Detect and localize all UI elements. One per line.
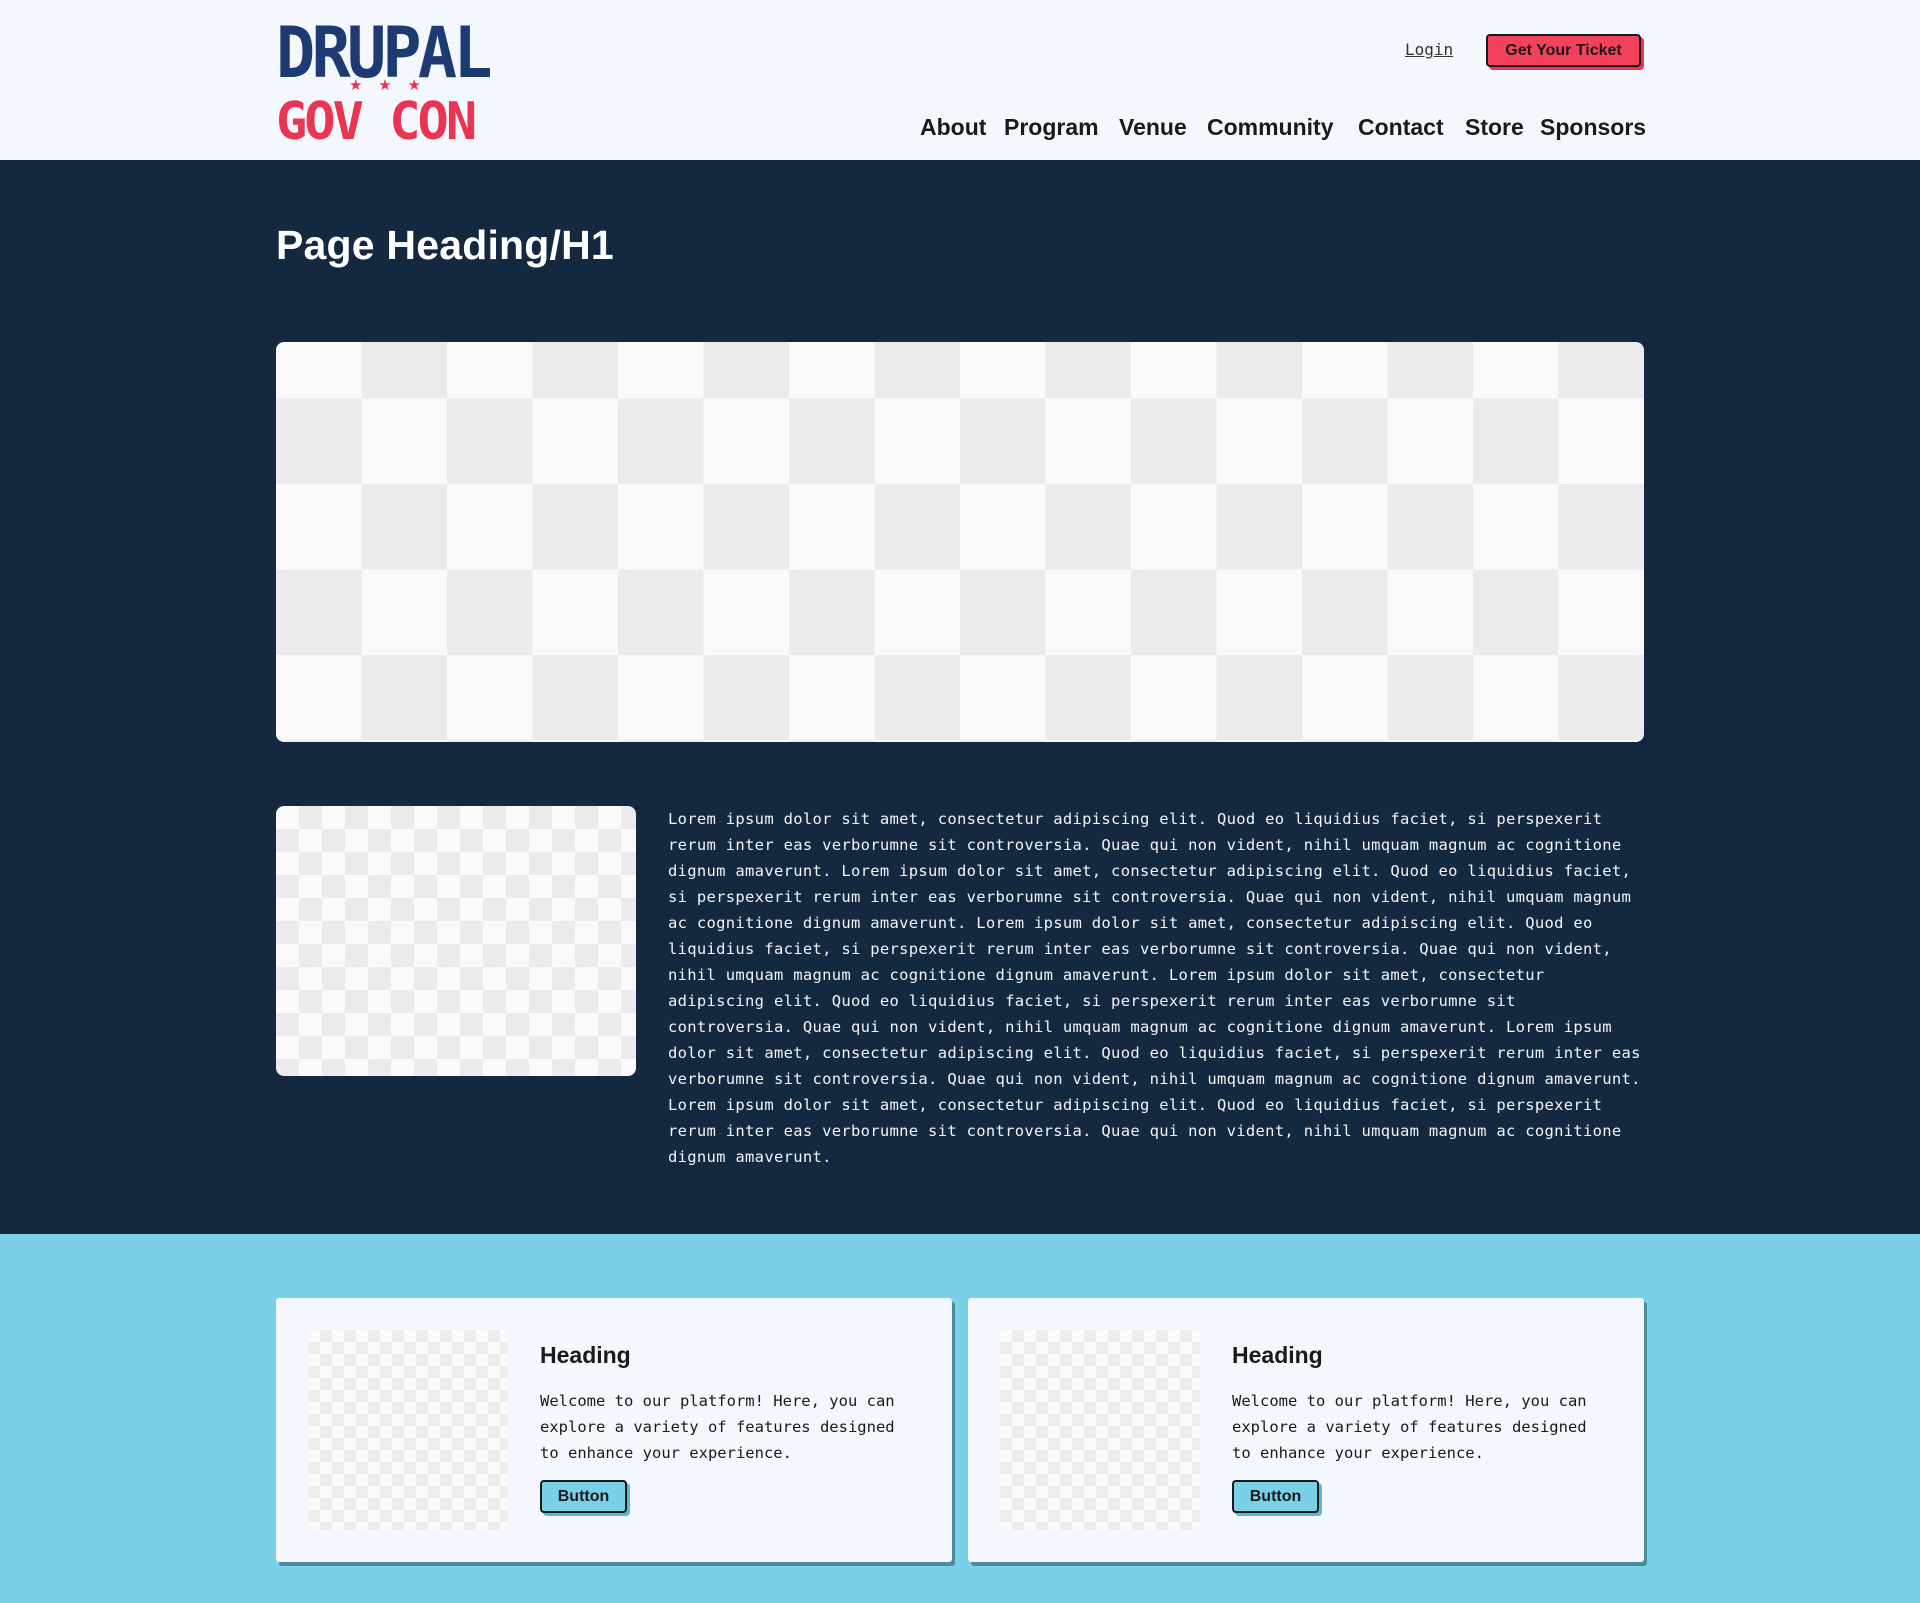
nav-item-program[interactable]: Program xyxy=(1004,114,1099,141)
feature-card: Heading Welcome to our platform! Here, y… xyxy=(968,1298,1644,1562)
login-link[interactable]: Login xyxy=(1405,40,1453,59)
card-button[interactable]: Button xyxy=(540,1480,627,1513)
content-image-placeholder xyxy=(276,806,636,1076)
nav-item-sponsors[interactable]: Sponsors xyxy=(1540,114,1646,141)
card-image-placeholder xyxy=(1000,1330,1200,1530)
site-header: DRUPAL ★ ★ ★ GOV CON Login Get Your Tick… xyxy=(0,0,1920,160)
hero-image-placeholder xyxy=(276,342,1644,742)
drupal-govcon-logo[interactable]: DRUPAL ★ ★ ★ GOV CON xyxy=(276,18,494,148)
card-text: Welcome to our platform! Here, you can e… xyxy=(1232,1392,1587,1462)
body-text: Lorem ipsum dolor sit amet, consectetur … xyxy=(668,810,1641,1166)
feature-card: Heading Welcome to our platform! Here, y… xyxy=(276,1298,952,1562)
nav-item-store[interactable]: Store xyxy=(1465,114,1524,141)
card-image-placeholder xyxy=(308,1330,508,1530)
nav-item-community[interactable]: Community xyxy=(1207,114,1334,141)
nav-item-contact[interactable]: Contact xyxy=(1358,114,1444,141)
get-ticket-button[interactable]: Get Your Ticket xyxy=(1486,34,1641,67)
nav-item-venue[interactable]: Venue xyxy=(1119,114,1187,141)
nav-item-about[interactable]: About xyxy=(920,114,986,141)
page-title: Page Heading/H1 xyxy=(276,222,614,268)
card-text: Welcome to our platform! Here, you can e… xyxy=(540,1392,895,1462)
card-button[interactable]: Button xyxy=(1232,1480,1319,1513)
logo-line-2: GOV CON xyxy=(276,92,477,152)
card-heading: Heading xyxy=(1232,1342,1323,1368)
card-heading: Heading xyxy=(540,1342,631,1368)
